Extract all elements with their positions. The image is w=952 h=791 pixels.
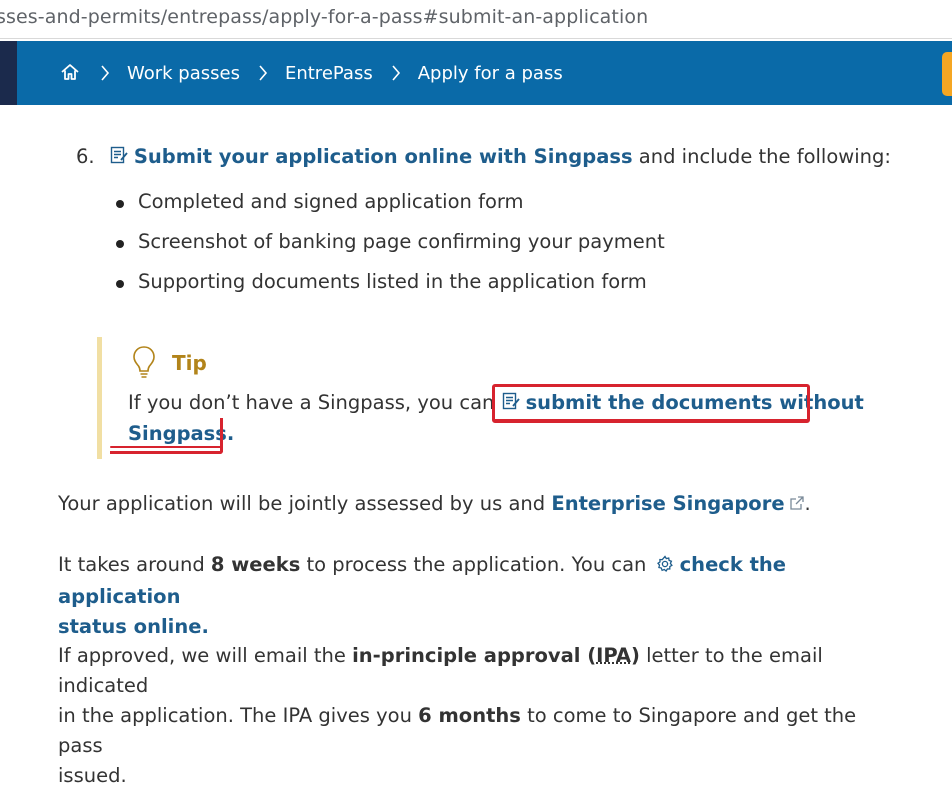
list-item-text: Supporting documents listed in the appli…: [138, 270, 647, 293]
ipa-term-end: ): [630, 644, 640, 667]
nav-left-strip: [0, 41, 17, 105]
address-bar[interactable]: sses-and-permits/entrepass/apply-for-a-p…: [0, 0, 952, 39]
step-rest-text: and include the following:: [632, 145, 891, 168]
para3-line2-pre: in the application. The IPA gives you: [58, 704, 419, 727]
gear-icon: [656, 552, 674, 582]
para1-end: .: [804, 492, 811, 515]
bullet-icon: [116, 280, 124, 288]
assessment-paragraph: Your application will be jointly assesse…: [58, 489, 878, 520]
para3-line3: issued.: [58, 764, 127, 787]
breadcrumb-entrepass[interactable]: EntrePass: [285, 63, 373, 84]
tip-text-line-2: Singpass.: [128, 422, 234, 445]
bullet-icon: [116, 200, 124, 208]
submit-without-singpass-link[interactable]: submit the documents without: [526, 391, 864, 414]
breadcrumb-work-passes[interactable]: Work passes: [127, 63, 240, 84]
chevron-right-icon: [100, 64, 110, 82]
submit-with-singpass-link[interactable]: Submit your application online with Sing…: [134, 145, 633, 168]
step-6: 6. Submit your application online with S…: [76, 145, 891, 170]
document-icon: [501, 391, 521, 416]
tip-callout: Tip If you don’t have a Singpass, you ca…: [97, 337, 864, 459]
ipa-validity: 6 months: [418, 704, 521, 727]
chevron-right-icon: [391, 64, 401, 82]
breadcrumb: Work passes EntrePass Apply for a pass: [60, 41, 563, 105]
lightbulb-icon: [132, 345, 156, 383]
ipa-term-text: in-principle approval (: [352, 644, 597, 667]
para1-text: Your application will be jointly assesse…: [58, 492, 552, 515]
submit-without-singpass-link-cont[interactable]: Singpass.: [128, 422, 234, 445]
processing-paragraph: It takes around 8 weeks to process the a…: [58, 550, 878, 642]
approval-paragraph: If approved, we will email the in-princi…: [58, 641, 878, 791]
tip-text-line-1: If you don’t have a Singpass, you can su…: [128, 391, 864, 416]
home-icon[interactable]: [60, 62, 82, 84]
para3-pre: If approved, we will email the: [58, 644, 353, 667]
para2-mid: to process the application. You can: [300, 553, 653, 576]
ipa-term: in-principle approval (IPA): [352, 644, 640, 667]
list-item-text: Screenshot of banking page confirming yo…: [138, 230, 665, 253]
ipa-abbr: IPA: [596, 644, 631, 667]
url-text[interactable]: sses-and-permits/entrepass/apply-for-a-p…: [0, 6, 648, 28]
tip-label: Tip: [172, 351, 207, 375]
list-item-text: Completed and signed application form: [138, 190, 524, 213]
chevron-right-icon: [258, 64, 268, 82]
external-link-icon: [789, 490, 805, 520]
para2-pre: It takes around: [58, 553, 211, 576]
breadcrumb-bar: Work passes EntrePass Apply for a pass: [0, 41, 952, 105]
check-status-link-cont[interactable]: status online.: [58, 615, 209, 638]
enterprise-singapore-link[interactable]: Enterprise Singapore: [551, 492, 784, 515]
document-icon: [109, 145, 129, 170]
step-number: 6.: [76, 145, 95, 168]
nav-action-button[interactable]: [942, 52, 952, 96]
tip-text: If you don’t have a Singpass, you can: [128, 391, 501, 414]
bullet-icon: [116, 240, 124, 248]
processing-time: 8 weeks: [210, 553, 301, 576]
breadcrumb-apply-for-a-pass[interactable]: Apply for a pass: [418, 63, 563, 84]
